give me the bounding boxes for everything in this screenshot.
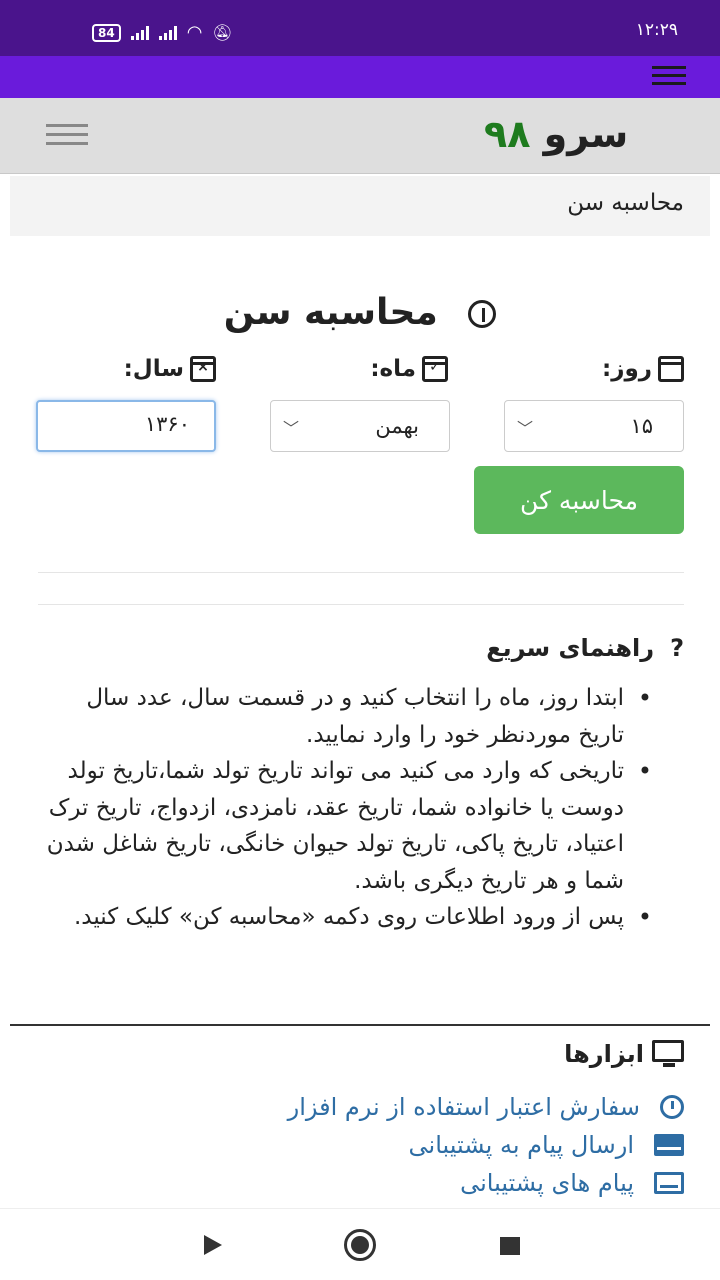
- status-icons: 84 ◠ 🔕︎: [92, 22, 233, 43]
- page-title: محاسبه سن: [0, 292, 720, 333]
- desktop-icon: [652, 1040, 684, 1067]
- navbar-toggle-icon[interactable]: [46, 124, 88, 148]
- month-label: ✓ ماه:: [370, 356, 448, 382]
- day-select-value: ۱۵: [630, 414, 653, 438]
- guide-title: ? راهنمای سریع: [486, 634, 684, 662]
- guide-title-text: راهنمای سریع: [486, 634, 655, 662]
- system-navigation-bar: [0, 1208, 720, 1280]
- day-label-text: روز:: [602, 356, 652, 382]
- list-item: تاریخی که وارد می کنید می تواند تاریخ تو…: [46, 753, 652, 899]
- link-order-credit[interactable]: سفارش اعتبار استفاده از نرم افزار: [288, 1088, 684, 1126]
- month-select[interactable]: بهمن ﹀: [270, 400, 450, 452]
- back-icon[interactable]: [204, 1235, 222, 1255]
- battery-icon: 84: [92, 23, 121, 42]
- brand-number: ۹۸: [484, 112, 531, 156]
- home-icon[interactable]: [344, 1229, 376, 1261]
- link-label: سفارش اعتبار استفاده از نرم افزار: [287, 1093, 640, 1121]
- recents-icon[interactable]: [500, 1237, 520, 1255]
- breadcrumb: محاسبه سن: [10, 176, 710, 236]
- question-icon: ?: [670, 634, 684, 662]
- link-label: پیام های پشتیبانی: [460, 1169, 634, 1197]
- envelope-outline-icon: [654, 1172, 684, 1194]
- signal-2-icon: [158, 25, 177, 40]
- brand-logo[interactable]: سرو ۹۸: [484, 112, 628, 156]
- status-time: ۱۲:۲۹: [635, 20, 678, 40]
- day-label: روز:: [602, 356, 684, 382]
- year-input[interactable]: ۱۳۶۰: [36, 400, 216, 452]
- mute-bell-icon: 🔕︎: [212, 23, 233, 42]
- chevron-down-icon: ﹀: [283, 419, 300, 438]
- app-bar: [0, 56, 720, 98]
- site-navbar: سرو ۹۸: [0, 98, 720, 174]
- month-select-value: بهمن: [375, 414, 419, 438]
- day-select[interactable]: ۱۵ ﹀: [504, 400, 684, 452]
- calculate-button[interactable]: محاسبه کن: [474, 466, 684, 534]
- month-label-text: ماه:: [370, 356, 416, 382]
- divider: [38, 572, 684, 573]
- brand-word: سرو: [543, 112, 629, 156]
- guide-list: ابتدا روز، ماه را انتخاب کنید و در قسمت …: [46, 680, 652, 936]
- year-label: × سال:: [124, 356, 216, 382]
- divider: [38, 604, 684, 605]
- wifi-icon: ◠: [186, 22, 203, 43]
- app-menu-icon[interactable]: [652, 66, 686, 88]
- clock-icon: [468, 300, 497, 328]
- list-item: پس از ورود اطلاعات روی دکمه «محاسبه کن» …: [46, 899, 652, 936]
- signal-icon: [130, 25, 149, 40]
- calendar-icon: [658, 356, 684, 382]
- year-label-text: سال:: [123, 356, 184, 382]
- list-item: ابتدا روز، ماه را انتخاب کنید و در قسمت …: [46, 680, 652, 753]
- tools-title-text: ابزارها: [564, 1040, 644, 1068]
- link-send-support-message[interactable]: ارسال پیام به پشتیبانی: [288, 1126, 684, 1164]
- section-divider: [10, 1024, 710, 1026]
- tools-title: ابزارها: [564, 1040, 684, 1068]
- calendar-check-icon: ✓: [422, 356, 448, 382]
- link-support-messages[interactable]: پیام های پشتیبانی: [288, 1164, 684, 1202]
- calendar-times-icon: ×: [190, 356, 216, 382]
- link-label: ارسال پیام به پشتیبانی: [408, 1131, 634, 1159]
- page-title-text: محاسبه سن: [223, 292, 438, 333]
- envelope-icon: [654, 1134, 684, 1156]
- tools-links: سفارش اعتبار استفاده از نرم افزار ارسال …: [288, 1088, 684, 1202]
- status-bar: 84 ◠ 🔕︎ ۱۲:۲۹: [0, 0, 720, 56]
- chevron-down-icon: ﹀: [517, 419, 534, 438]
- clock-icon: [660, 1095, 684, 1119]
